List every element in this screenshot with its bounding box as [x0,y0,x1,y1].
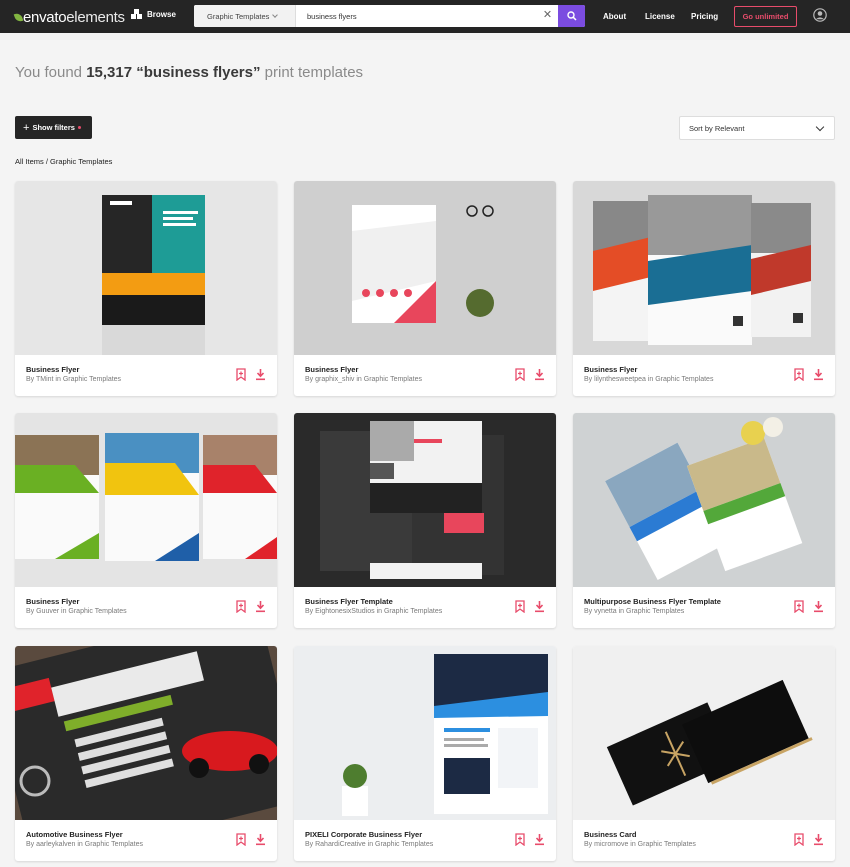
item-thumbnail[interactable] [15,646,277,820]
leaf-icon [13,12,24,23]
browse-menu[interactable]: Browse [131,9,176,20]
results-heading: You found 15,317 “business flyers” print… [15,64,363,81]
item-title[interactable]: Business Card [584,830,637,839]
item-author[interactable]: By vynetta in Graphic Templates [584,608,684,615]
flyer-preview-image [294,181,556,355]
clear-search-icon[interactable]: ✕ [542,10,553,21]
logo-text-envato: envato [23,9,67,26]
browse-label: Browse [147,10,176,19]
download-icon[interactable] [534,600,545,613]
search-category-label: Graphic Templates [207,11,270,21]
item-card[interactable]: Business Flyer Template By EightonesixSt… [294,413,556,628]
show-filters-button[interactable]: + Show filters [15,116,92,139]
flyer-preview-image [573,646,835,820]
bookmark-icon[interactable] [515,600,525,613]
bookmark-icon[interactable] [236,833,246,846]
plus-icon: + [23,121,30,134]
flyer-preview-image [573,413,835,587]
item-author[interactable]: By EightonesixStudios in Graphic Templat… [305,608,442,615]
search-bar: Graphic Templates business flyers ✕ [194,5,585,27]
download-icon[interactable] [813,600,824,613]
flyer-preview-image [294,413,556,587]
user-avatar-icon[interactable] [813,8,827,22]
download-icon[interactable] [813,368,824,381]
results-count: 15,317 [86,64,133,81]
item-card[interactable]: Multipurpose Business Flyer Template By … [573,413,835,628]
nav-pricing[interactable]: Pricing [691,12,718,21]
item-author[interactable]: By aarleykalven in Graphic Templates [26,841,143,848]
nav-license[interactable]: License [645,12,675,21]
download-icon[interactable] [255,600,266,613]
item-thumbnail[interactable] [15,181,277,355]
item-thumbnail[interactable] [573,646,835,820]
bookmark-icon[interactable] [794,600,804,613]
item-thumbnail[interactable] [294,181,556,355]
item-thumbnail[interactable] [294,646,556,820]
filter-indicator-dot [77,126,81,129]
flyer-preview-image [573,181,835,355]
item-author[interactable]: By Guuver in Graphic Templates [26,608,127,615]
go-unlimited-button[interactable]: Go unlimited [734,6,797,27]
item-thumbnail[interactable] [294,413,556,587]
envato-elements-logo[interactable]: envato elements [13,9,125,26]
search-icon [566,11,577,21]
download-icon[interactable] [813,833,824,846]
item-thumbnail[interactable] [573,181,835,355]
item-card[interactable]: PIXELI Corporate Business Flyer By Rahar… [294,646,556,861]
sort-dropdown[interactable]: Sort by Relevant [679,116,835,140]
download-icon[interactable] [255,833,266,846]
results-query: “business flyers” [136,64,261,81]
search-category-dropdown[interactable]: Graphic Templates [194,5,296,27]
item-author[interactable]: By graphix_shiv in Graphic Templates [305,376,422,383]
flyer-preview-image [15,646,277,820]
cubes-icon [131,9,142,19]
item-thumbnail[interactable] [15,413,277,587]
search-button[interactable] [558,5,585,27]
item-card[interactable]: Business Flyer By lilynthesweetpea in Gr… [573,181,835,396]
bookmark-icon[interactable] [515,833,525,846]
item-card[interactable]: Business Flyer By TMint in Graphic Templ… [15,181,277,396]
download-icon[interactable] [534,368,545,381]
search-input[interactable]: business flyers [307,12,357,21]
item-card[interactable]: Business Flyer By Guuver in Graphic Temp… [15,413,277,628]
item-title[interactable]: Business Flyer [584,365,637,374]
item-author[interactable]: By TMint in Graphic Templates [26,376,121,383]
bookmark-icon[interactable] [794,368,804,381]
download-icon[interactable] [255,368,266,381]
bookmark-icon[interactable] [794,833,804,846]
item-author[interactable]: By micromove in Graphic Templates [584,841,696,848]
item-author[interactable]: By RahardiCreative in Graphic Templates [305,841,433,848]
item-title[interactable]: Multipurpose Business Flyer Template [584,597,721,606]
flyer-preview-image [294,646,556,820]
sort-label: Sort by Relevant [689,123,745,133]
bookmark-icon[interactable] [236,600,246,613]
item-title[interactable]: Business Flyer [305,365,358,374]
nav-about[interactable]: About [603,12,626,21]
download-icon[interactable] [534,833,545,846]
chevron-down-icon [272,12,279,18]
bookmark-icon[interactable] [515,368,525,381]
chevron-down-icon [815,122,825,132]
results-suffix: print templates [264,64,364,81]
item-title[interactable]: PIXELI Corporate Business Flyer [305,830,422,839]
item-card[interactable]: Business Flyer By graphix_shiv in Graphi… [294,181,556,396]
show-filters-label: Show filters [32,123,75,132]
item-card[interactable]: Automotive Business Flyer By aarleykalve… [15,646,277,861]
flyer-preview-image [15,181,277,355]
item-thumbnail[interactable] [573,413,835,587]
breadcrumb[interactable]: All Items / Graphic Templates [15,157,112,166]
item-title[interactable]: Business Flyer [26,597,79,606]
results-prefix: You found [15,64,83,81]
item-title[interactable]: Automotive Business Flyer [26,830,123,839]
item-author[interactable]: By lilynthesweetpea in Graphic Templates [584,376,713,383]
item-title[interactable]: Business Flyer Template [305,597,393,606]
top-navigation-bar: envato elements Browse Graphic Templates … [0,0,850,33]
logo-text-elements: elements [66,9,125,26]
item-title[interactable]: Business Flyer [26,365,79,374]
flyer-preview-image [15,413,277,587]
item-card[interactable]: Business Card By micromove in Graphic Te… [573,646,835,861]
bookmark-icon[interactable] [236,368,246,381]
